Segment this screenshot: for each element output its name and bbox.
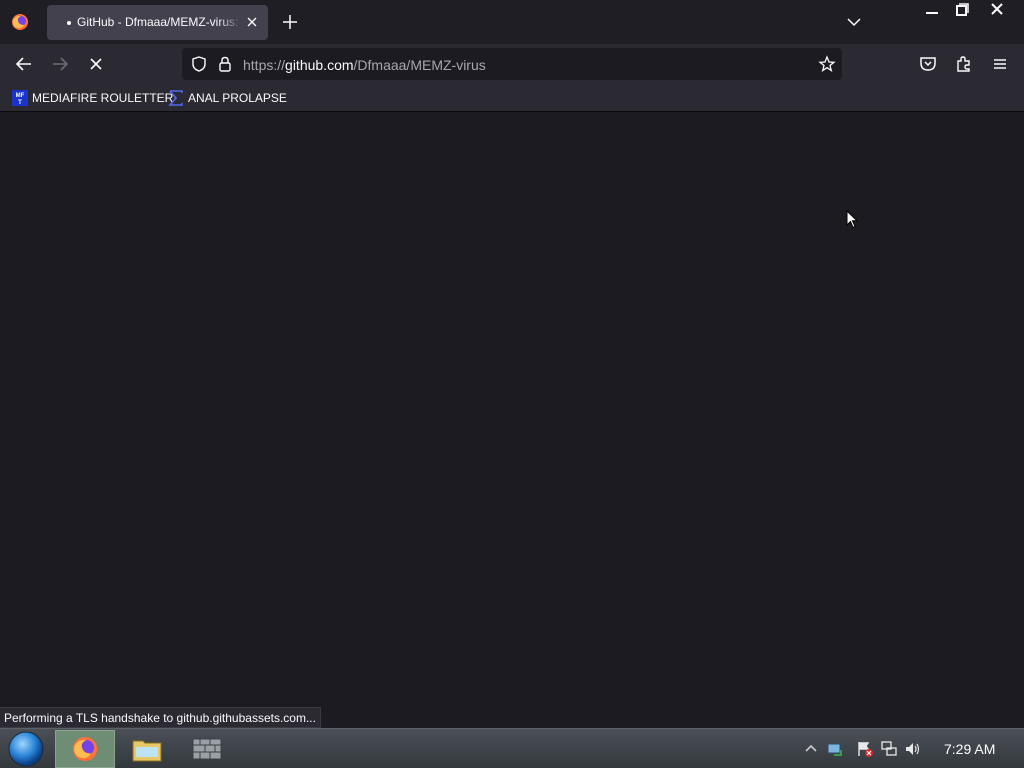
restore-icon[interactable] [945, 0, 979, 22]
new-tab-icon[interactable] [280, 12, 300, 32]
svg-text:MF: MF [16, 93, 25, 99]
start-orb-icon[interactable] [8, 731, 44, 767]
address-bar[interactable]: https://github.com/Dfmaaa/MEMZ-virus [182, 48, 842, 80]
bookmark-label: MEDIAFIRE ROULETTER [32, 91, 174, 105]
minimize-icon[interactable] [915, 0, 949, 22]
url-scheme: https:// [243, 57, 286, 73]
bookmarks-toolbar: MF T MEDIAFIRE ROULETTER ANAL PROLAPSE [0, 84, 1024, 112]
bookmark-label: ANAL PROLAPSE [188, 91, 287, 105]
stop-loading-icon[interactable] [84, 52, 108, 76]
taskbar-wall-app[interactable] [177, 730, 237, 768]
back-arrow-icon[interactable] [12, 52, 36, 76]
url-text[interactable]: https://github.com/Dfmaaa/MEMZ-virus [243, 57, 486, 73]
mft-icon: MF T [12, 90, 28, 106]
network-icon[interactable] [880, 740, 898, 758]
mouse-cursor-icon [846, 210, 858, 229]
bookmark-anal-prolapse[interactable]: ANAL PROLAPSE [168, 89, 287, 107]
action-center-flag-icon[interactable] [856, 740, 874, 758]
close-tab-icon[interactable] [244, 14, 260, 30]
url-path: /Dfmaaa/MEMZ-virus [353, 57, 486, 73]
status-panel: Performing a TLS handshake to github.git… [0, 707, 321, 728]
firefox-icon [12, 14, 28, 30]
page-content[interactable] [0, 113, 1024, 728]
pocket-icon[interactable] [916, 52, 940, 76]
tab-title: GitHub - Dfmaaa/MEMZ-virus: MEMZ virus [77, 15, 242, 29]
hamburger-menu-icon[interactable] [988, 52, 1012, 76]
taskbar-file-explorer[interactable] [117, 730, 177, 768]
sigma-icon [168, 90, 183, 106]
loading-dot-icon [67, 21, 71, 25]
firefox-icon [73, 737, 97, 761]
svg-text:T: T [18, 100, 22, 106]
network-update-icon[interactable] [826, 740, 844, 758]
taskbar: 7:29 AM [0, 728, 1024, 768]
forward-arrow-icon[interactable] [48, 52, 72, 76]
navigation-toolbar: https://github.com/Dfmaaa/MEMZ-virus [0, 44, 1024, 84]
show-hidden-icons-chevron-icon[interactable] [802, 740, 820, 758]
file-explorer-icon [132, 740, 162, 762]
wall-icon [192, 738, 222, 760]
url-host: github.com [285, 57, 354, 73]
bookmark-mediafire-rouletter[interactable]: MF T MEDIAFIRE ROULETTER [12, 89, 173, 107]
extensions-icon[interactable] [952, 52, 976, 76]
chevron-down-icon[interactable] [844, 12, 864, 32]
lock-icon[interactable] [217, 55, 233, 73]
volume-icon[interactable] [904, 740, 922, 758]
tab-github[interactable]: GitHub - Dfmaaa/MEMZ-virus: MEMZ virus [47, 5, 268, 40]
tab-strip: GitHub - Dfmaaa/MEMZ-virus: MEMZ virus [0, 0, 1024, 44]
taskbar-firefox[interactable] [55, 730, 115, 768]
close-window-icon[interactable] [980, 0, 1014, 22]
tracking-shield-icon[interactable] [190, 55, 208, 73]
taskbar-clock[interactable]: 7:29 AM [944, 741, 995, 757]
bookmark-star-icon[interactable] [818, 55, 836, 73]
